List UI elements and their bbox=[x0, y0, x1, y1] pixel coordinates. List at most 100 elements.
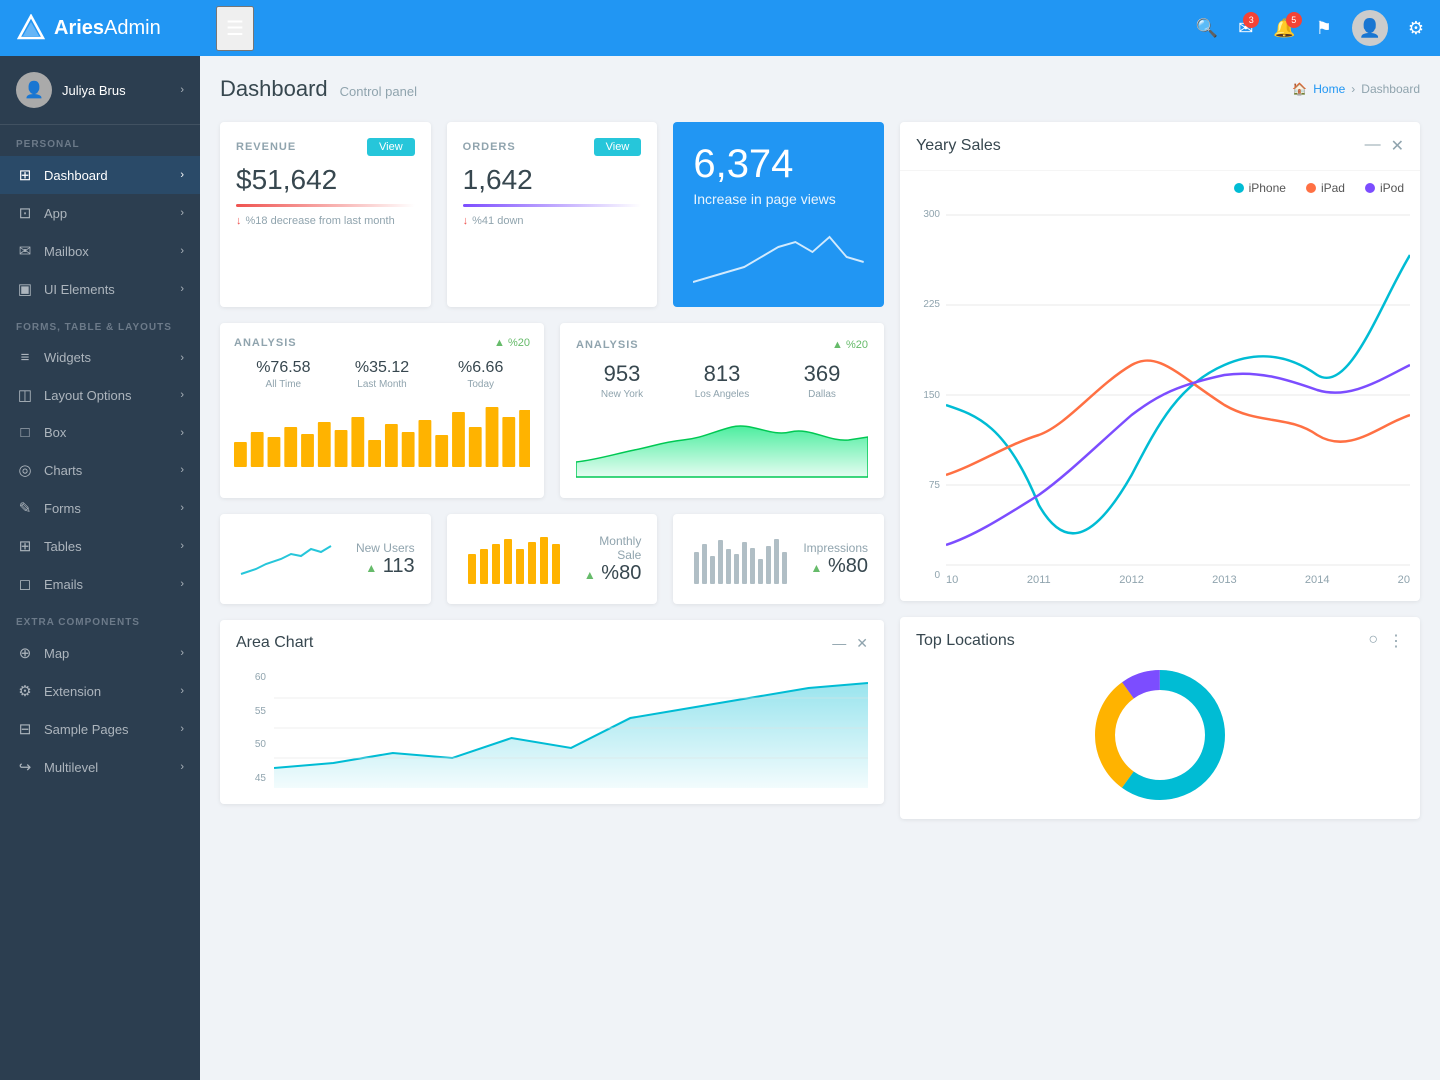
layout-icon: ◫ bbox=[16, 386, 34, 404]
nav-right: 🔍 ✉ 3 🔔 5 ⚑ 👤 ⚙ bbox=[1196, 10, 1424, 46]
svg-text:2011: 2011 bbox=[1027, 574, 1051, 585]
yearly-close-button[interactable]: ✕ bbox=[1391, 136, 1404, 156]
area-chart-body: 60 55 50 45 bbox=[220, 660, 884, 804]
widgets-icon: ≡ bbox=[16, 349, 34, 366]
legend-ipad: iPad bbox=[1306, 181, 1345, 195]
flag-icon[interactable]: ⚑ bbox=[1316, 18, 1332, 39]
yearly-sales-controls: — ✕ bbox=[1365, 136, 1404, 156]
sidebar-item-label: Map bbox=[44, 646, 170, 661]
ui-elements-icon: ▣ bbox=[16, 280, 34, 298]
sidebar-item-label: Layout Options bbox=[44, 388, 170, 403]
sidebar-item-widgets[interactable]: ≡ Widgets › bbox=[0, 339, 200, 376]
impressions-label: Impressions bbox=[801, 541, 868, 555]
hamburger-button[interactable]: ☰ bbox=[216, 6, 254, 51]
logo-icon bbox=[16, 13, 46, 43]
sidebar: 👤 Juliya Brus › PERSONAL ⊞ Dashboard › ⊡… bbox=[0, 56, 200, 1080]
sidebar-item-layout[interactable]: ◫ Layout Options › bbox=[0, 376, 200, 414]
monthly-sale-value: ▲ %80 bbox=[575, 562, 642, 585]
section-label-extra: EXTRA COMPONENTS bbox=[0, 603, 200, 634]
user-section[interactable]: 👤 Juliya Brus › bbox=[0, 56, 200, 125]
sidebar-item-emails[interactable]: ◻ Emails › bbox=[0, 565, 200, 603]
city-newyork-val: 953 bbox=[576, 361, 668, 387]
user-avatar: 👤 bbox=[16, 72, 52, 108]
user-name: Juliya Brus bbox=[62, 83, 170, 98]
bar-chart-svg bbox=[234, 402, 530, 467]
breadcrumb: 🏠 Home › Dashboard bbox=[1292, 82, 1420, 96]
ipad-legend-dot bbox=[1306, 183, 1316, 193]
yearly-sales-header: Yeary Sales — ✕ bbox=[900, 122, 1420, 171]
page-title-area: Dashboard Control panel bbox=[220, 76, 417, 102]
sidebar-item-ui-elements[interactable]: ▣ UI Elements › bbox=[0, 270, 200, 308]
bell-badge: 5 bbox=[1286, 12, 1302, 28]
box-icon: □ bbox=[16, 424, 34, 441]
content-grid: REVENUE View $51,642 ↓ %18 decrease from… bbox=[220, 122, 1420, 819]
top-locations-card: Top Locations ○ ⋮ bbox=[900, 617, 1420, 819]
ipad-legend-label: iPad bbox=[1321, 181, 1345, 195]
top-navbar: AriesAdmin ☰ 🔍 ✉ 3 🔔 5 ⚑ 👤 ⚙ bbox=[0, 0, 1440, 56]
sidebar-item-mailbox[interactable]: ✉ Mailbox › bbox=[0, 232, 200, 270]
sidebar-item-label: Dashboard bbox=[44, 168, 170, 183]
sample-pages-icon: ⊟ bbox=[16, 720, 34, 738]
sidebar-item-forms[interactable]: ✎ Forms › bbox=[0, 489, 200, 527]
map-icon: ⊕ bbox=[16, 644, 34, 662]
impressions-value: ▲ %80 bbox=[801, 555, 868, 578]
sidebar-item-label: UI Elements bbox=[44, 282, 170, 297]
mail-badge: 3 bbox=[1243, 12, 1259, 28]
yearly-minimize-button[interactable]: — bbox=[1365, 136, 1381, 156]
sidebar-item-label: Mailbox bbox=[44, 244, 170, 259]
area-chart-title: Area Chart bbox=[236, 634, 313, 652]
ipod-legend-dot bbox=[1365, 183, 1375, 193]
top-locations-controls: ○ ⋮ bbox=[1368, 631, 1404, 651]
page-header: Dashboard Control panel 🏠 Home › Dashboa… bbox=[220, 76, 1420, 102]
mail-sidebar-icon: ✉ bbox=[16, 242, 34, 260]
sidebar-item-map[interactable]: ⊕ Map › bbox=[0, 634, 200, 672]
analysis2-area-chart bbox=[576, 412, 868, 482]
bell-icon[interactable]: 🔔 5 bbox=[1273, 18, 1295, 39]
top-loc-menu-icon[interactable]: ⋮ bbox=[1388, 631, 1404, 651]
sidebar-item-label: Sample Pages bbox=[44, 722, 170, 737]
sidebar-item-sample-pages[interactable]: ⊟ Sample Pages › bbox=[0, 710, 200, 748]
sidebar-item-charts[interactable]: ◎ Charts › bbox=[0, 451, 200, 489]
ipod-legend-label: iPod bbox=[1380, 181, 1404, 195]
analysis2-card: ANALYSIS ▲ %20 953 New York 813 Los Ange… bbox=[560, 323, 884, 498]
sidebar-item-multilevel[interactable]: ↪ Multilevel › bbox=[0, 748, 200, 786]
app-icon: ⊡ bbox=[16, 204, 34, 222]
analysis1-stat-alltime-val: %76.58 bbox=[234, 359, 333, 377]
new-users-label: New Users bbox=[348, 541, 415, 555]
new-users-sparkline bbox=[236, 534, 336, 584]
area-chart-close[interactable]: ✕ bbox=[856, 635, 868, 652]
revenue-divider bbox=[236, 204, 415, 207]
mail-icon[interactable]: ✉ 3 bbox=[1238, 18, 1253, 39]
new-users-arrow: ▲ bbox=[365, 561, 377, 575]
sidebar-item-app[interactable]: ⊡ App › bbox=[0, 194, 200, 232]
sidebar-item-dashboard[interactable]: ⊞ Dashboard › bbox=[0, 156, 200, 194]
area-chart-minimize[interactable]: — bbox=[832, 635, 846, 652]
sidebar-item-box[interactable]: □ Box › bbox=[0, 414, 200, 451]
analysis1-card: ANALYSIS ▲ %20 %76.58 All Time %35.12 La… bbox=[220, 323, 544, 498]
orders-divider bbox=[463, 204, 642, 207]
yearly-y-axis: 300 225 150 75 0 bbox=[910, 205, 940, 585]
new-users-card: New Users ▲ 113 bbox=[220, 514, 431, 604]
revenue-card: REVENUE View $51,642 ↓ %18 decrease from… bbox=[220, 122, 431, 307]
donut-chart bbox=[1090, 665, 1230, 805]
impressions-card: Impressions ▲ %80 bbox=[673, 514, 884, 604]
user-avatar-nav[interactable]: 👤 bbox=[1352, 10, 1388, 46]
city-dallas-lbl: Dallas bbox=[776, 389, 868, 400]
analysis1-stat-today-lbl: Today bbox=[431, 379, 530, 390]
breadcrumb-home-icon: 🏠 bbox=[1292, 82, 1307, 96]
dashboard-icon: ⊞ bbox=[16, 166, 34, 184]
sidebar-item-tables[interactable]: ⊞ Tables › bbox=[0, 527, 200, 565]
orders-view-button[interactable]: View bbox=[594, 138, 642, 156]
user-arrow: › bbox=[180, 84, 184, 96]
main-content: Dashboard Control panel 🏠 Home › Dashboa… bbox=[200, 56, 1440, 1080]
top-loc-circle-icon[interactable]: ○ bbox=[1368, 631, 1378, 651]
svg-text:2010: 2010 bbox=[946, 574, 958, 585]
revenue-view-button[interactable]: View bbox=[367, 138, 415, 156]
analysis1-stat-lastmonth-lbl: Last Month bbox=[333, 379, 432, 390]
sidebar-item-extension[interactable]: ⚙ Extension › bbox=[0, 672, 200, 710]
search-icon[interactable]: 🔍 bbox=[1196, 18, 1218, 39]
settings-icon[interactable]: ⚙ bbox=[1408, 18, 1424, 39]
city-newyork-lbl: New York bbox=[576, 389, 668, 400]
breadcrumb-home-link[interactable]: Home bbox=[1313, 82, 1345, 96]
yearly-sales-title: Yeary Sales bbox=[916, 137, 1001, 155]
